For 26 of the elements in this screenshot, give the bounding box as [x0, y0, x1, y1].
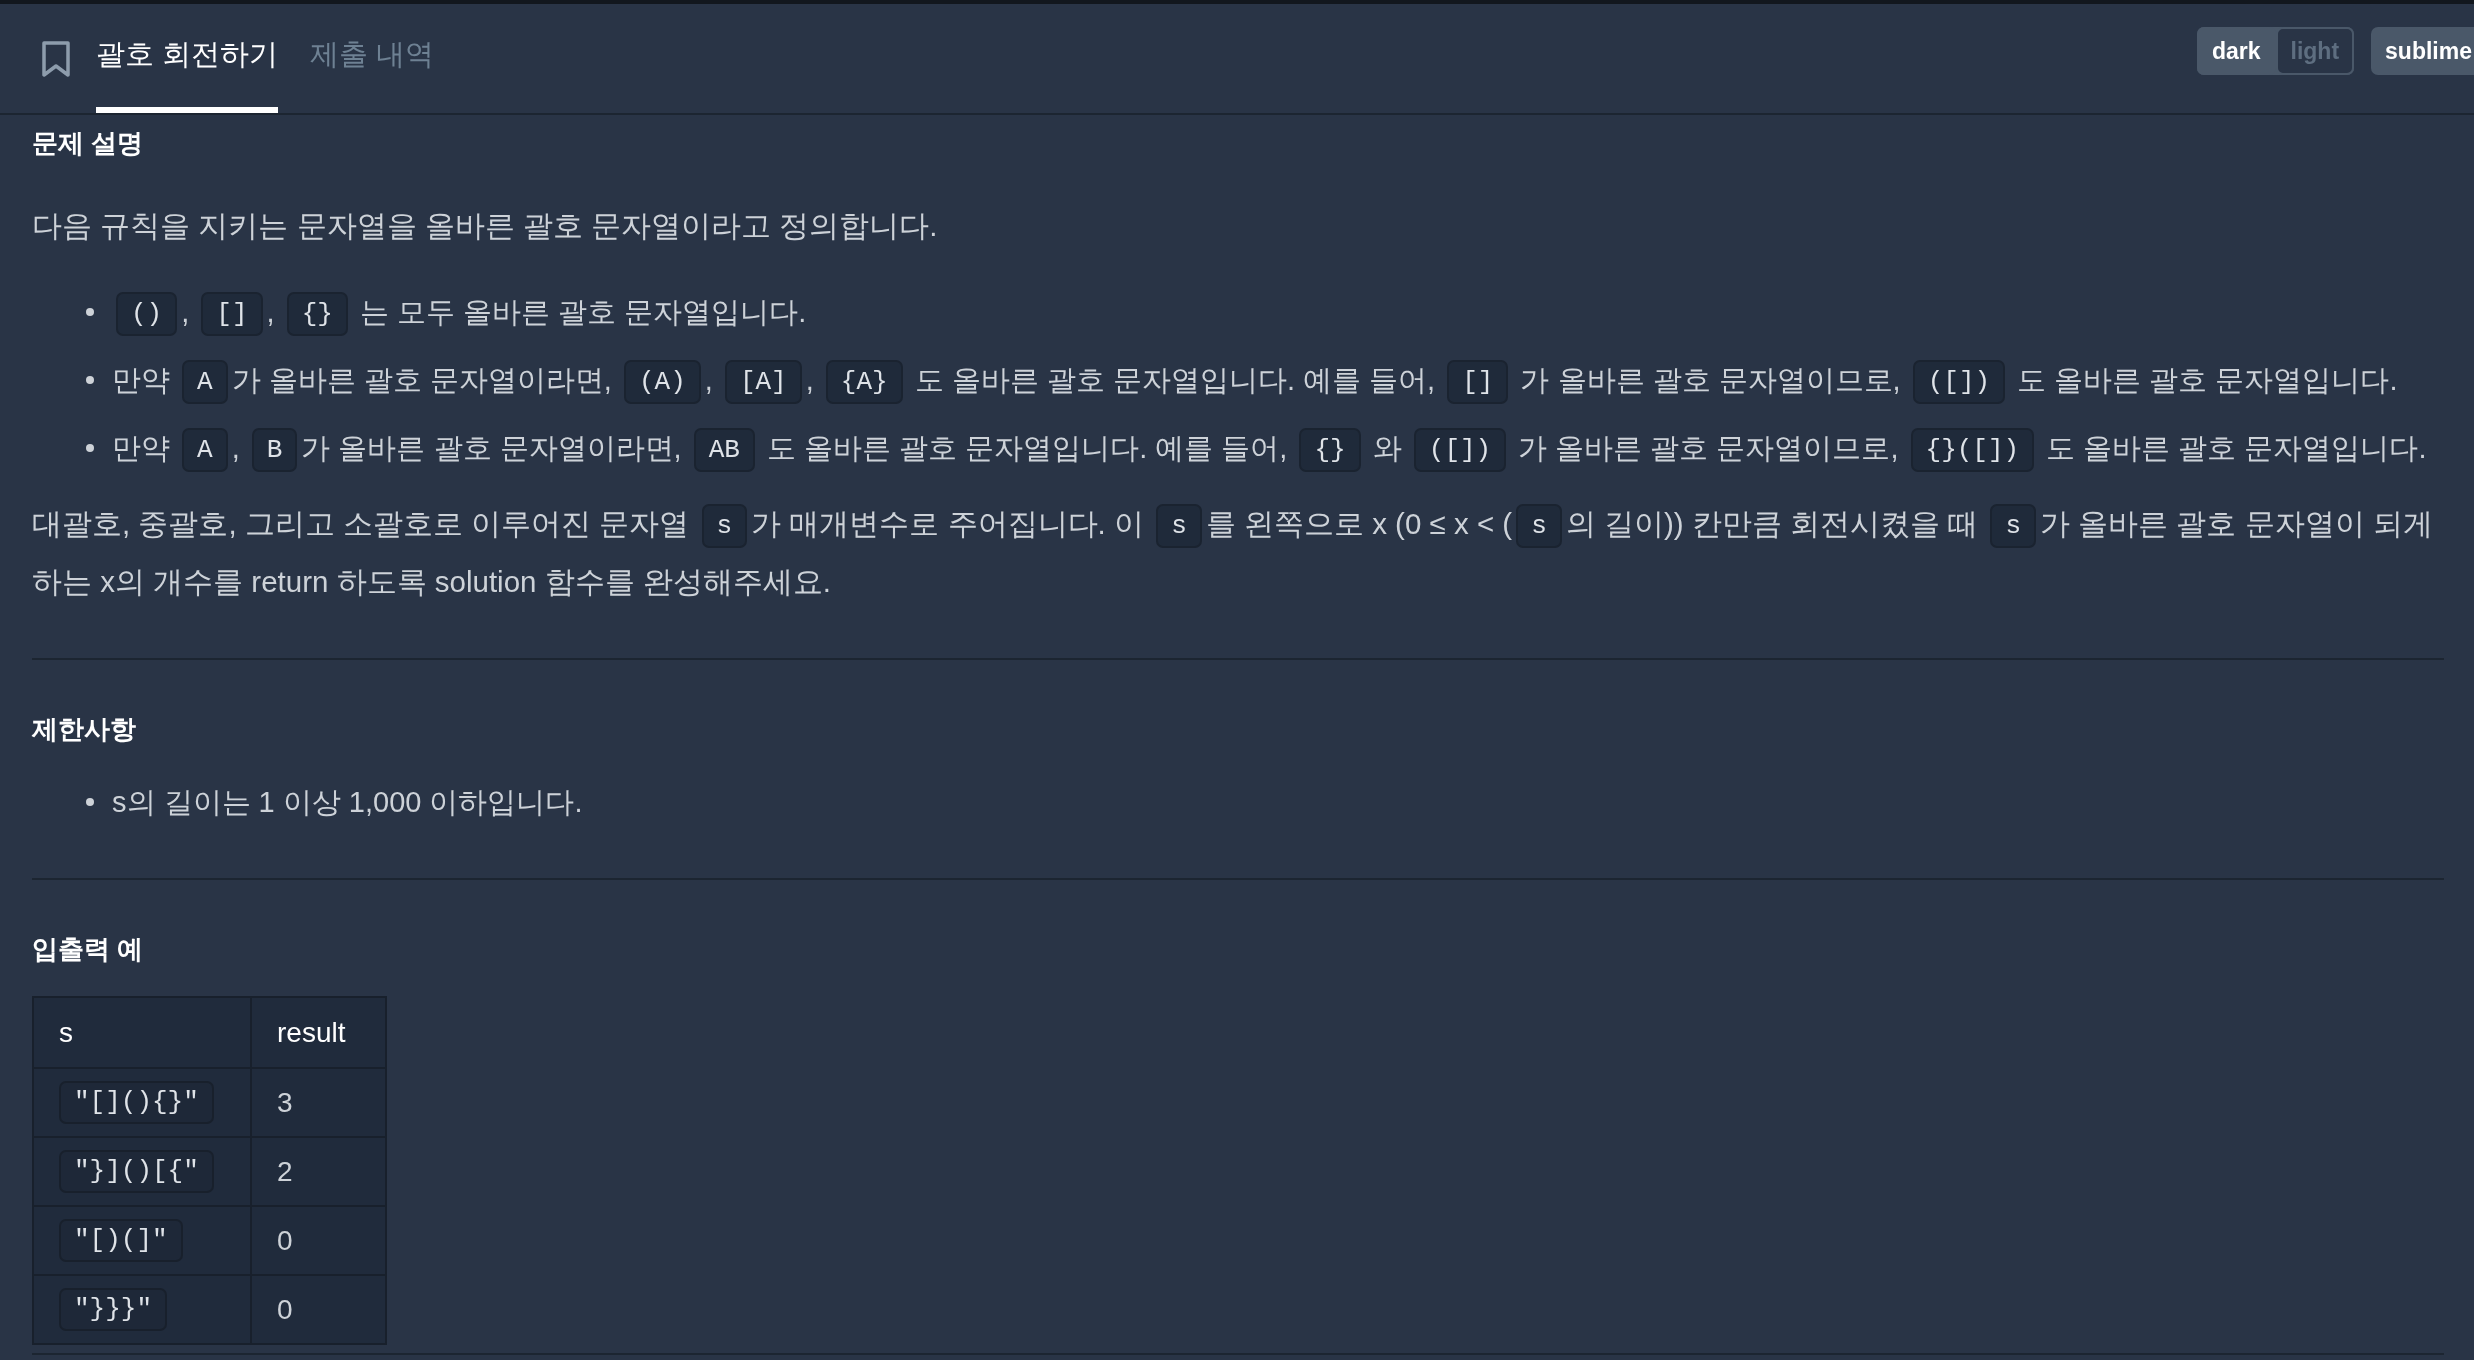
code-value: "}]()[{"	[59, 1150, 214, 1193]
list-item-text: 만약 A , B 가 올바른 괄호 문자열이라면, AB 도 올바른 괄호 문자열입니다. 예를 들어, {} 와 ([]) 가 올바른 괄호 문자열이므로, {}([]) 도 올바른 괄호 문자열입니다.	[112, 419, 2427, 477]
table-cell: 0	[251, 1206, 386, 1275]
editor-theme-button[interactable]: sublime	[2371, 27, 2474, 75]
section-heading: 제한사항	[32, 713, 137, 746]
code-value: "[](){}"	[59, 1081, 214, 1124]
bullet-icon	[86, 444, 94, 452]
table-cell: 0	[251, 1275, 386, 1344]
paragraph: 대괄호, 중괄호, 그리고 소괄호로 이루어진 문자열 s 가 매개변수로 주어집니다. 이 s 를 왼쪽으로 x (0 ≤ x < ( s 의 길이)) 칸만큼 회전시켰을 때 s 가 올바른 괄호 문자열이 되게 하는 x의 개수를 return 하도록 solution 함수를 완성해주세요.	[32, 495, 2444, 611]
tab[interactable]: 괄호 회전하기	[96, 4, 279, 113]
table-cell: 2	[251, 1137, 386, 1206]
list-item-text: () , [] , {} 는 모두 올바른 괄호 문자열입니다.	[112, 283, 807, 341]
bullet-icon	[86, 308, 94, 316]
table-cell: 3	[251, 1068, 386, 1137]
list-item-text: s의 길이는 1 이상 1,000 이하입니다.	[112, 785, 583, 820]
bullet-icon	[86, 376, 94, 384]
bullet-icon	[86, 798, 94, 806]
list-item-text: 만약 A 가 올바른 괄호 문자열이라면, (A) , [A] , {A} 도 올바른 괄호 문자열입니다. 예를 들어, [] 가 올바른 괄호 문자열이므로, ([]) 도 올바른 괄호 문자열입니다.	[112, 351, 2398, 409]
paragraph: 다음 규칙을 지키는 문자열을 올바른 괄호 문자열이라고 정의합니다.	[32, 208, 939, 244]
code-value: "[)(]"	[59, 1219, 183, 1262]
section-heading: 문제 설명	[32, 127, 145, 160]
bookmark-icon[interactable]	[42, 41, 70, 77]
code-value: "}}}"	[59, 1288, 167, 1331]
table-header-cell: result	[251, 997, 386, 1068]
table-header-cell: s	[33, 997, 251, 1068]
section-heading: 입출력 예	[32, 933, 145, 966]
